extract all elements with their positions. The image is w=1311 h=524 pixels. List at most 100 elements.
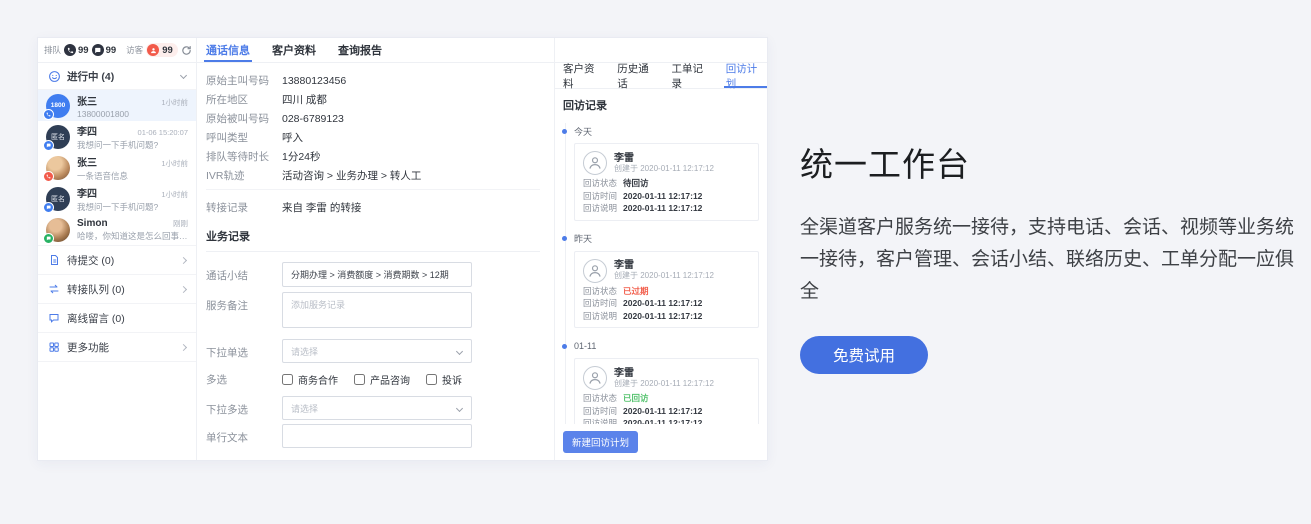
- conversation-item[interactable]: Simon刚刚 哈喽，你知道这是怎么回事吗?: [38, 214, 196, 245]
- transfer-record-row: 转接记录 来自 李雷 的转接: [206, 189, 540, 216]
- contact-name: 张三: [77, 154, 97, 169]
- sidebar-item-offline-messages[interactable]: 离线留言 (0): [38, 304, 196, 333]
- visit-status: 已过期: [623, 285, 649, 297]
- visitor-count: 99: [162, 45, 173, 56]
- checkbox-business-cooperation[interactable]: 商务合作: [282, 372, 338, 387]
- queue-label: 排队: [44, 44, 61, 56]
- phone-icon: [64, 44, 76, 56]
- timeline-dot: [562, 344, 567, 349]
- sidebar-item-pending[interactable]: 待提交 (0): [38, 246, 196, 275]
- info-row: 原始被叫号码028-6789123: [206, 109, 540, 128]
- person-avatar-icon: [583, 151, 607, 175]
- conversation-item[interactable]: 匿名 李四1小时前 我想问一下手机问题?: [38, 183, 196, 214]
- visitor-stat: 99: [146, 43, 178, 57]
- visit-group: 01-11 李雷 创建于 2020-01-11 12:17:12 回访状态已回访…: [563, 338, 759, 436]
- call-summary-row: 通话小结: [206, 262, 540, 287]
- visit-person-name: 李雷: [614, 153, 714, 164]
- conversation-time: 1小时前: [161, 97, 188, 108]
- multi-select-row: 下拉多选 请选择: [206, 396, 540, 420]
- conversation-preview: 我想问一下手机问题?: [77, 201, 188, 213]
- info-row: 呼叫类型呼入: [206, 128, 540, 147]
- sidebar-item-transfer-queue[interactable]: 转接队列 (0): [38, 275, 196, 304]
- contact-name: 李四: [77, 185, 97, 200]
- right-panel-footer: 新建回访计划: [555, 424, 767, 460]
- timeline-dot: [562, 236, 567, 241]
- conversation-item[interactable]: 张三1小时前 一条语音信息: [38, 152, 196, 183]
- checkbox[interactable]: [426, 374, 437, 385]
- conversation-time: 01-06 15:20:07: [138, 128, 188, 137]
- checkbox-product-consult[interactable]: 产品咨询: [354, 372, 410, 387]
- conversation-list: 1800 张三1小时前 13800001800 匿名 李四01-06 15:20…: [38, 90, 196, 245]
- grid-icon: [48, 341, 60, 353]
- conversation-item[interactable]: 匿名 李四01-06 15:20:07 我想问一下手机问题?: [38, 121, 196, 152]
- ongoing-label: 进行中 (4): [67, 69, 114, 84]
- smiley-chat-icon: [48, 70, 61, 83]
- free-trial-button[interactable]: 免费试用: [800, 336, 928, 374]
- transfer-icon: [48, 283, 60, 295]
- single-text-row: 单行文本: [206, 424, 540, 448]
- main-tabs: 通话信息 客户资料 查询报告: [197, 38, 554, 63]
- contact-name: 张三: [77, 93, 97, 108]
- tab-call-info[interactable]: 通话信息: [206, 38, 250, 62]
- timeline-dot: [562, 129, 567, 134]
- conversation-time: 刚刚: [173, 218, 188, 229]
- single-select[interactable]: 请选择: [282, 339, 472, 363]
- queue-stats-bar: 排队 99 99 访客 99: [38, 38, 196, 63]
- visit-record-list: 回访记录 今天 李雷 创建于 2020-01-11 12:17:12 回访状态待…: [555, 89, 767, 460]
- info-row: 排队等待时长1分24秒: [206, 147, 540, 166]
- tab-call-history[interactable]: 历史通话: [617, 63, 658, 88]
- avatar: 匿名: [46, 125, 70, 149]
- conversation-preview: 我想问一下手机问题?: [77, 139, 188, 151]
- chevron-down-icon: [456, 405, 463, 412]
- call-summary-input[interactable]: [282, 262, 472, 287]
- avatar: 匿名: [46, 187, 70, 211]
- phone-badge-icon: [43, 109, 54, 120]
- conversation-item[interactable]: 1800 张三1小时前 13800001800: [38, 90, 196, 121]
- hero-description: 全渠道客户服务统一接待，支持电话、会话、视频等业务统一接待，客户管理、会话小结、…: [800, 212, 1308, 308]
- group-date: 昨天: [574, 232, 592, 245]
- sidebar-menu: 待提交 (0) 转接队列 (0) 离线留言 (0) 更多功能: [38, 245, 196, 362]
- chat-badge-icon: [43, 140, 54, 151]
- phone-queue-count: 99: [78, 45, 89, 56]
- visit-status: 已回访: [623, 392, 649, 404]
- tab-query-report[interactable]: 查询报告: [338, 38, 382, 62]
- visit-person-name: 李雷: [614, 260, 714, 271]
- multi-select[interactable]: 请选择: [282, 396, 472, 420]
- right-top-strip: [555, 38, 767, 63]
- business-record-title: 业务记录: [206, 228, 540, 252]
- chevron-down-icon: [456, 348, 463, 355]
- checkbox[interactable]: [282, 374, 293, 385]
- tab-customer-profile-right[interactable]: 客户资料: [563, 63, 604, 88]
- checkbox-complaint[interactable]: 投诉: [426, 372, 462, 387]
- conversation-preview: 哈喽，你知道这是怎么回事吗?: [77, 230, 188, 242]
- chevron-right-icon: [180, 256, 187, 263]
- avatar: [46, 218, 70, 242]
- info-row: IVR轨迹活动咨询 > 业务办理 > 转人工: [206, 166, 540, 185]
- chat-queue-stat: 99: [92, 44, 117, 56]
- visit-group: 昨天 李雷 创建于 2020-01-11 12:17:12 回访状态已过期 回访…: [563, 231, 759, 329]
- avatar: [46, 156, 70, 180]
- workbench-window: 排队 99 99 访客 99 进行中 (4) 1800: [37, 37, 768, 461]
- multi-check-row: 多选 商务合作 产品咨询 投诉: [206, 372, 540, 387]
- refresh-icon[interactable]: [181, 45, 192, 56]
- conversation-preview: 13800001800: [77, 109, 188, 119]
- tab-customer-profile[interactable]: 客户资料: [272, 38, 316, 62]
- tab-visit-plan[interactable]: 回访计划: [726, 63, 767, 88]
- visit-person-name: 李雷: [614, 368, 714, 379]
- sidebar: 排队 99 99 访客 99 进行中 (4) 1800: [38, 38, 197, 460]
- checkbox[interactable]: [354, 374, 365, 385]
- hero-section: 统一工作台 全渠道客户服务统一接待，支持电话、会话、视频等业务统一接待，客户管理…: [800, 138, 1311, 374]
- new-visit-plan-button[interactable]: 新建回访计划: [563, 431, 638, 453]
- chevron-right-icon: [180, 343, 187, 350]
- single-line-text-input[interactable]: [282, 424, 472, 448]
- right-tabs: 客户资料 历史通话 工单记录 回访计划: [555, 63, 767, 89]
- group-date: 今天: [574, 125, 592, 138]
- tab-ticket-record[interactable]: 工单记录: [672, 63, 713, 88]
- hero-title: 统一工作台: [800, 138, 1311, 186]
- group-date: 01-11: [574, 341, 596, 351]
- sidebar-item-more-functions[interactable]: 更多功能: [38, 333, 196, 362]
- visit-status: 待回访: [623, 177, 649, 189]
- service-note-textarea[interactable]: [282, 292, 472, 328]
- ongoing-section-header[interactable]: 进行中 (4): [38, 63, 196, 90]
- conversation-preview: 一条语音信息: [77, 170, 188, 182]
